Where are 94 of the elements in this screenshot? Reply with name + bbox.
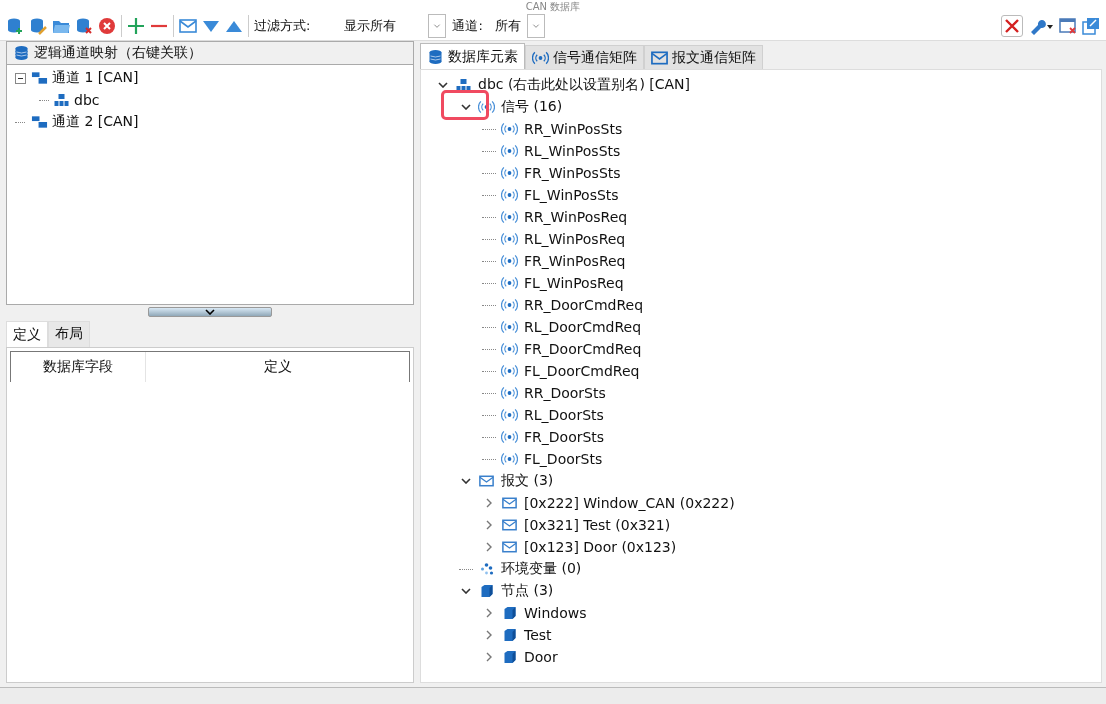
close-icon[interactable] [98,17,116,35]
tree-item[interactable]: FR_DoorSts [524,429,605,445]
tab[interactable]: 布局 [48,321,90,348]
envelope-icon[interactable] [179,17,197,35]
tree-item[interactable]: dbc [74,92,100,108]
restore-window-icon[interactable] [1082,17,1100,35]
tree-item[interactable]: 信号 (16) [501,98,563,116]
database-tree-icon [53,92,70,108]
signal-icon [501,451,518,467]
filter-dropdown[interactable]: 显示所有 [315,13,448,39]
tree-item[interactable]: FL_DoorCmdReq [524,363,640,379]
database-tree-icon [455,77,472,93]
chevron-right-icon[interactable] [486,630,492,640]
tree-item[interactable]: 报文 (3) [501,472,554,490]
signal-icon [478,99,495,115]
envelope-icon [651,49,668,66]
tab[interactable]: 数据库元素 [420,43,525,69]
signal-icon [501,275,518,291]
channel-dropdown[interactable]: 所有 [487,13,546,39]
tree-item[interactable]: RL_WinPosSts [524,143,621,159]
tree-item[interactable]: RR_WinPosReq [524,209,628,225]
signal-icon [501,341,518,357]
signal-icon [501,187,518,203]
tab[interactable]: 报文通信矩阵 [644,45,763,69]
database-delete-icon[interactable] [75,17,93,35]
chevron-right-icon[interactable] [486,542,492,552]
tree-item[interactable]: RR_WinPosSts [524,121,623,137]
collapse-toggle[interactable] [15,72,26,84]
tab[interactable]: 定义 [6,321,48,348]
tree-item[interactable]: RL_DoorSts [524,407,604,423]
signal-icon [501,209,518,225]
chevron-down-icon[interactable] [461,588,471,594]
tree-item[interactable]: FL_WinPosSts [524,187,619,203]
database-add-icon[interactable] [6,17,24,35]
tree-item[interactable]: [0x123] Door (0x123) [524,539,677,555]
tree-item[interactable]: FR_WinPosSts [524,165,621,181]
chevron-right-icon[interactable] [486,608,492,618]
signal-icon [501,231,518,247]
tree-item[interactable]: Windows [524,605,587,621]
tree-item[interactable]: RR_DoorSts [524,385,606,401]
chevron-right-icon[interactable] [486,498,492,508]
tree-item[interactable]: FR_DoorCmdReq [524,341,642,357]
tree-item[interactable]: 节点 (3) [501,582,554,600]
signal-icon [501,429,518,445]
signal-icon [501,319,518,335]
plus-icon[interactable] [127,17,145,35]
database-icon [427,48,444,65]
chevron-right-icon[interactable] [486,652,492,662]
database-edit-icon[interactable] [29,17,47,35]
signal-icon [501,143,518,159]
tree-item[interactable]: 环境变量 (0) [501,560,582,578]
tree-item[interactable]: Test [524,627,552,643]
chevron-right-icon[interactable] [486,520,492,530]
column-header[interactable]: 数据库字段 [11,352,146,382]
panel-title: 逻辑通道映射（右键关联） [34,44,202,62]
tree-item[interactable]: RL_DoorCmdReq [524,319,642,335]
signal-icon [501,297,518,313]
tree-item[interactable]: Door [524,649,558,665]
tree-item[interactable]: [0x321] Test (0x321) [524,517,671,533]
tree-item[interactable]: 通道 1 [CAN] [52,69,139,87]
signal-icon [501,407,518,423]
envelope-icon [501,517,518,533]
tree-item[interactable]: RL_WinPosReq [524,231,626,247]
chevron-down-icon[interactable] [438,82,448,88]
delete-button[interactable] [1001,15,1023,37]
channel-icon [31,70,48,86]
envelope-icon [478,473,495,489]
tree-item[interactable]: [0x222] Window_CAN (0x222) [524,495,735,511]
database-icon [13,45,30,61]
tree-item[interactable]: 通道 2 [CAN] [52,113,139,131]
envelope-icon [501,495,518,511]
chevron-down-icon[interactable] [461,478,471,484]
signal-icon [501,165,518,181]
chevron-down-icon[interactable] [461,104,471,110]
tree-item[interactable]: FL_WinPosReq [524,275,624,291]
window-title: CAN 数据库 [525,1,581,12]
channel-icon [31,114,48,130]
envelope-icon [501,539,518,555]
signal-icon [501,253,518,269]
filter-label: 过滤方式: [254,17,311,35]
tree-item[interactable]: FR_WinPosReq [524,253,626,269]
channel-label: 通道: [452,17,483,35]
dots-icon [478,561,495,577]
signal-icon [501,363,518,379]
signal-icon [501,385,518,401]
column-header[interactable]: 定义 [146,352,409,382]
window-close-icon[interactable] [1059,17,1077,35]
tree-item[interactable]: dbc (右击此处以设置别名) [CAN] [478,76,691,94]
tree-item[interactable]: FL_DoorSts [524,451,603,467]
tree-item[interactable]: RR_DoorCmdReq [524,297,644,313]
signal-icon [501,121,518,137]
tab[interactable]: 信号通信矩阵 [525,45,644,69]
splitter-handle[interactable] [148,307,272,317]
signal-icon [532,49,549,66]
